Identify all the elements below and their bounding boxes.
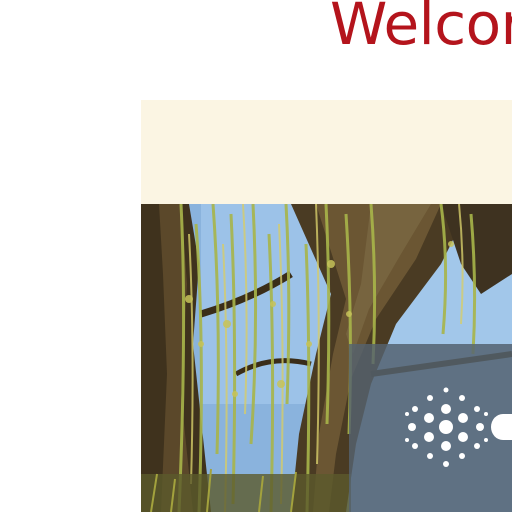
page: Welcor bbox=[0, 0, 512, 512]
welcome-heading: Welcor bbox=[330, 0, 512, 58]
cream-banner bbox=[141, 100, 512, 204]
hero-tree-image bbox=[141, 204, 512, 512]
overlay-panel bbox=[349, 344, 512, 512]
tree-photo-illustration bbox=[141, 204, 512, 512]
